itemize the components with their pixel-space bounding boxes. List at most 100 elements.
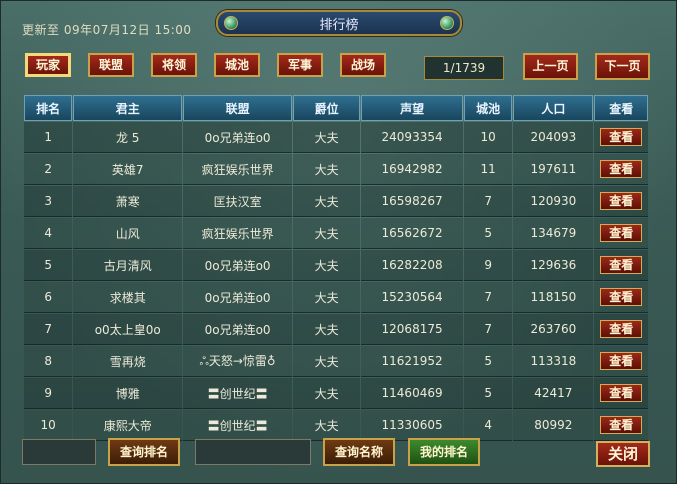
cell-title: 大夫 [293,250,361,281]
cell-cities: 5 [464,218,513,249]
header-title: 爵位 [293,95,361,121]
view-button[interactable]: 查看 [600,416,643,434]
cell-title: 大夫 [293,154,361,185]
view-button[interactable]: 查看 [600,256,643,274]
cell-prestige: 16942982 [361,154,463,185]
tab-general[interactable]: 将领 [151,53,197,77]
cell-prestige: 16562672 [361,218,463,249]
header-cities: 城池 [464,95,513,121]
cell-population: 263760 [513,314,594,345]
cell-alliance: 疯狂娱乐世界 [183,154,293,185]
view-button[interactable]: 查看 [600,320,643,338]
cell-population: 42417 [513,378,594,409]
tab-player[interactable]: 玩家 [25,53,71,77]
cell-prestige: 11330605 [361,410,463,441]
cell-title: 大夫 [293,218,361,249]
view-button[interactable]: 查看 [600,160,643,178]
cell-rank: 6 [24,282,73,313]
table-row: 1龙 5 0o兄弟连o0 大夫 24093354 10 204093 查看 [24,122,648,153]
cell-alliance: 0o兄弟连o0 [183,282,293,313]
table-row: 6 求楼其 0o兄弟连o0 大夫 15230564 7 118150 查看 [24,282,648,313]
gem-icon-right [440,16,454,30]
view-button[interactable]: 查看 [600,288,643,306]
cell-population: 118150 [513,282,594,313]
tab-alliance[interactable]: 联盟 [88,53,134,77]
cell-population: 204093 [513,122,594,153]
cell-title: 大夫 [293,282,361,313]
cell-cities: 11 [464,154,513,185]
table-row: 10 康熙大帝 〓创世纪〓 大夫 11330605 4 80992 查看 [24,410,648,441]
my-rank-button[interactable]: 我的排名 [408,438,480,466]
table-row: 5 古月清风 0o兄弟连o0 大夫 16282208 9 129636 查看 [24,250,648,281]
cell-alliance: 0o兄弟连o0 [183,314,293,345]
cell-rank: 7 [24,314,73,345]
cell-alliance: 0o兄弟连o0 [183,250,293,281]
table-row: 4 山风 疯狂娱乐世界 大夫 16562672 5 134679 查看 [24,218,648,249]
view-button[interactable]: 查看 [600,352,643,370]
prev-page-button[interactable]: 上一页 [523,53,578,80]
rank-query-input[interactable] [22,439,96,465]
cell-lord: o0太上皇0o [73,314,183,345]
next-page-button[interactable]: 下一页 [595,53,650,80]
cell-rank: 3 [24,186,73,217]
page-indicator: 1/1739 [424,56,504,80]
cell-view: 查看 [594,410,648,441]
tab-city[interactable]: 城池 [214,53,260,77]
cell-alliance: 〓创世纪〓 [183,410,293,441]
cell-prestige: 12068175 [361,314,463,345]
header-alliance: 联盟 [183,95,293,121]
cell-population: 197611 [513,154,594,185]
cell-lord: 雪再烧 [73,346,183,377]
cell-lord: 山风 [73,218,183,249]
view-button[interactable]: 查看 [600,128,643,146]
tab-battlefield[interactable]: 战场 [340,53,386,77]
cell-population: 113318 [513,346,594,377]
cell-rank: 9 [24,378,73,409]
cell-prestige: 16598267 [361,186,463,217]
update-time: 更新至 09年07月12日 15:00 [22,23,192,37]
cell-cities: 4 [464,410,513,441]
table-row: 3 萧寒 匡扶汉室 大夫 16598267 7 120930 查看 [24,186,648,217]
cell-population: 129636 [513,250,594,281]
cell-cities: 7 [464,314,513,345]
view-button[interactable]: 查看 [600,384,643,402]
table-row: 8 雪再烧 ஃ天怒→惊雷♁ 大夫 11621952 5 113318 查看 [24,346,648,377]
cell-rank: 5 [24,250,73,281]
table-row: 7 o0太上皇0o 0o兄弟连o0 大夫 12068175 7 263760 查看 [24,314,648,345]
cell-view: 查看 [594,346,648,377]
cell-alliance: 0o兄弟连o0 [183,122,293,153]
query-rank-button[interactable]: 查询排名 [108,438,180,466]
cell-cities: 5 [464,378,513,409]
table-row: 9 博雅 〓创世纪〓 大夫 11460469 5 42417 查看 [24,378,648,409]
cell-lord: 龙 5 [73,122,183,153]
cell-title: 大夫 [293,410,361,441]
cell-title: 大夫 [293,314,361,345]
cell-alliance: 疯狂娱乐世界 [183,218,293,249]
header-view: 查看 [594,95,648,121]
cell-lord: 博雅 [73,378,183,409]
view-button[interactable]: 查看 [600,224,643,242]
cell-cities: 5 [464,346,513,377]
cell-cities: 7 [464,186,513,217]
tab-military[interactable]: 军事 [277,53,323,77]
query-name-button[interactable]: 查询名称 [323,438,395,466]
cell-lord: 古月清风 [73,250,183,281]
cell-view: 查看 [594,250,648,281]
cell-rank: 10 [24,410,73,441]
cell-view: 查看 [594,378,648,409]
cell-cities: 10 [464,122,513,153]
cell-cities: 7 [464,282,513,313]
table-header-row: 排名 君主 联盟 爵位 声望 城池 人口 查看 [24,95,648,121]
close-button[interactable]: 关闭 [596,441,650,467]
cell-title: 大夫 [293,346,361,377]
title-bar: 排行榜 [216,10,462,36]
cell-alliance: ஃ天怒→惊雷♁ [183,346,293,377]
cell-rank: 2 [24,154,73,185]
cell-rank: 1 [24,122,73,153]
page-title: 排行榜 [319,18,359,33]
cell-lord: 英雄7 [73,154,183,185]
view-button[interactable]: 查看 [600,192,643,210]
cell-view: 查看 [594,122,648,153]
cell-prestige: 11460469 [361,378,463,409]
name-query-input[interactable] [195,439,311,465]
